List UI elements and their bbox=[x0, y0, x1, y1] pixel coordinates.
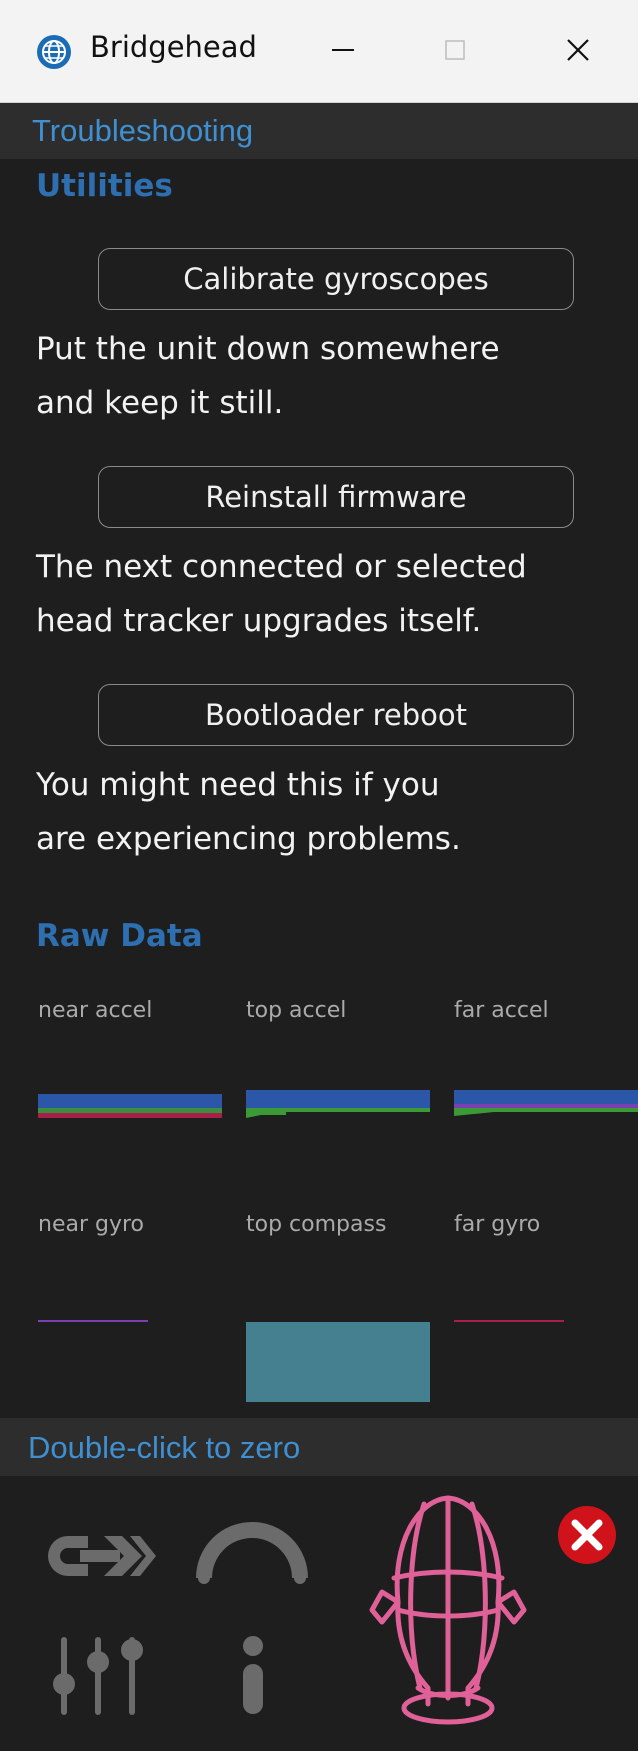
info-icon[interactable] bbox=[238, 1634, 268, 1716]
firmware-description: The next connected or selected head trac… bbox=[36, 540, 527, 648]
close-button[interactable] bbox=[543, 20, 613, 80]
close-circle-icon[interactable] bbox=[556, 1504, 618, 1566]
window-title: Bridgehead bbox=[90, 30, 257, 64]
close-icon bbox=[567, 39, 589, 61]
zero-header-label: Double-click to zero bbox=[28, 1430, 301, 1465]
far-accel-graph bbox=[454, 1090, 638, 1116]
minimize-button[interactable] bbox=[308, 20, 378, 80]
graph-label-near-gyro: near gyro bbox=[38, 1212, 145, 1237]
top-accel-graph bbox=[246, 1090, 430, 1118]
calibrate-description-line: Put the unit down somewhere bbox=[36, 331, 500, 367]
bootloader-description-line: are experiencing problems. bbox=[36, 821, 461, 857]
window-titlebar: Bridgehead bbox=[0, 0, 638, 103]
minimize-icon bbox=[332, 49, 354, 51]
near-gyro-graph bbox=[38, 1320, 148, 1322]
graph-label-far-gyro: far gyro bbox=[454, 1212, 541, 1237]
raw-data-heading: Raw Data bbox=[36, 918, 203, 954]
reinstall-firmware-button[interactable]: Reinstall firmware bbox=[98, 466, 574, 528]
troubleshooting-title: Troubleshooting bbox=[32, 113, 254, 148]
calibrate-gyroscopes-button[interactable]: Calibrate gyroscopes bbox=[98, 248, 574, 310]
link-icon[interactable] bbox=[42, 1530, 158, 1582]
maximize-icon bbox=[445, 40, 465, 60]
graph-label-top-accel: top accel bbox=[246, 998, 347, 1023]
firmware-description-line: The next connected or selected bbox=[36, 549, 527, 585]
zero-header[interactable]: Double-click to zero bbox=[0, 1418, 638, 1476]
sliders-icon[interactable] bbox=[50, 1636, 146, 1716]
bootloader-description-line: You might need this if you bbox=[36, 767, 440, 803]
graph-label-top-compass: top compass bbox=[246, 1212, 387, 1237]
far-gyro-graph bbox=[454, 1320, 564, 1322]
firmware-description-line: head tracker upgrades itself. bbox=[36, 603, 482, 639]
calibrate-description: Put the unit down somewhere and keep it … bbox=[36, 322, 500, 430]
bootloader-reboot-button[interactable]: Bootloader reboot bbox=[98, 684, 574, 746]
near-accel-graph bbox=[38, 1094, 222, 1118]
top-compass-graph bbox=[246, 1322, 430, 1402]
bootloader-description: You might need this if you are experienc… bbox=[36, 758, 461, 866]
calibrate-description-line: and keep it still. bbox=[36, 385, 284, 421]
maximize-button[interactable] bbox=[420, 20, 490, 80]
headphones-arc-icon[interactable] bbox=[194, 1518, 310, 1584]
head-cage-icon[interactable] bbox=[368, 1492, 528, 1726]
troubleshooting-header[interactable]: Troubleshooting bbox=[0, 103, 638, 159]
globe-icon bbox=[37, 35, 71, 69]
graph-label-far-accel: far accel bbox=[454, 998, 549, 1023]
graph-label-near-accel: near accel bbox=[38, 998, 153, 1023]
utilities-heading: Utilities bbox=[36, 168, 173, 204]
